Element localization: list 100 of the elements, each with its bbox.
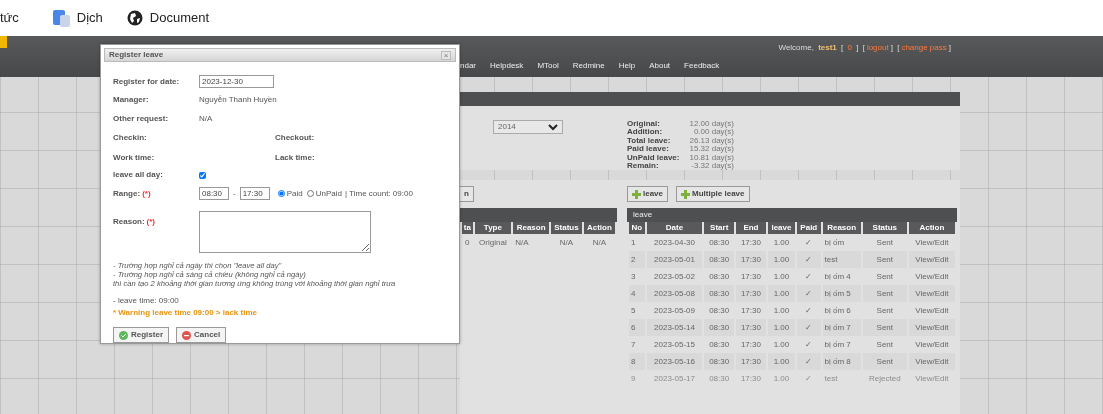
pay-radio[interactable] <box>277 190 285 197</box>
stat-value: 0.00 day(s) <box>692 128 734 137</box>
column-header: No <box>629 222 645 234</box>
column-header: Type <box>474 222 512 234</box>
nav-link[interactable]: Feedback <box>684 60 720 72</box>
leave-time-text: - leave time: 09:00 <box>113 295 180 307</box>
field-label: Other request: <box>113 113 170 125</box>
table-cell-text: 0 <box>464 236 471 249</box>
table-cell-text: 1.00 <box>772 338 791 351</box>
all-day-checkbox[interactable] <box>199 171 206 179</box>
welcome-text: Welcome, <box>778 43 815 52</box>
table-cell-text: Sent <box>875 338 895 351</box>
table-cell-text: 2023-05-09 <box>653 304 696 317</box>
table-cell: 1.00 <box>767 285 796 302</box>
table-cell-text: ✓ <box>804 372 814 385</box>
table-cell: ✓ <box>797 353 821 370</box>
close-button[interactable]: × <box>441 50 451 60</box>
view-edit-link[interactable]: View/Edit <box>915 237 949 247</box>
table-cell: bị ốm 5 <box>822 285 861 302</box>
required-mark: (*) <box>142 188 151 198</box>
table-cell: test <box>822 251 861 268</box>
stat-value: 26.13 day(s) <box>689 136 734 145</box>
table-cell-text: N/A <box>514 236 530 249</box>
table-cell-text: 2023-05-17 <box>653 372 696 385</box>
column-header: Reason <box>513 222 550 234</box>
cancel-button[interactable]: Cancel <box>176 327 227 343</box>
table-cell-text: 08:30 <box>708 372 731 385</box>
nav-link[interactable]: Redmine <box>572 60 605 72</box>
stat-label: Remain: <box>627 162 660 171</box>
username: test1 <box>818 43 837 52</box>
bracket: ] <box>948 43 951 52</box>
manager-name: Nguyễn Thanh Huyền <box>199 94 277 106</box>
start-time-field[interactable]: 08:30 <box>199 187 229 200</box>
table-cell: Sent <box>862 353 907 370</box>
bracket: [ <box>897 43 900 52</box>
toolbar-button[interactable]: n <box>460 186 474 202</box>
bookmark-link[interactable]: Dịch <box>76 8 103 28</box>
table-cell: 08:30 <box>704 251 735 268</box>
bookmark-link[interactable]: Document <box>149 8 210 28</box>
table-cell: 08:30 <box>704 285 735 302</box>
nav-link[interactable]: Helpdesk <box>490 60 524 72</box>
table-cell-text: 2023-05-15 <box>653 338 696 351</box>
table-cell: Sent <box>862 251 907 268</box>
table-cell-text: 1 <box>630 236 637 249</box>
table-cell-text: ✓ <box>804 338 814 351</box>
year-select[interactable]: 2014 <box>493 120 563 134</box>
bracket: ] <box>890 43 893 52</box>
add-leave-button[interactable]: leave <box>627 186 669 202</box>
bracket: [ <box>841 43 844 52</box>
table-cell: 17:30 <box>736 285 766 302</box>
table-cell: 2023-05-01 <box>646 251 703 268</box>
pay-radio[interactable] <box>306 190 314 197</box>
table-cell-text: 17:30 <box>739 304 762 317</box>
register-button[interactable]: Register <box>113 327 169 343</box>
table-cell-text: 7 <box>630 338 637 351</box>
table-cell: 08:30 <box>704 319 735 336</box>
field-label: Range: <box>113 188 141 198</box>
field-label: Manager: <box>113 94 150 106</box>
nav-link[interactable]: ndar <box>460 60 476 72</box>
table-cell: ✓ <box>797 285 821 302</box>
table-cell-text: Sent <box>875 270 895 283</box>
table-cell-text: Sent <box>875 304 895 317</box>
column-header: Reason <box>822 222 861 234</box>
table-cell-text: 08:30 <box>708 304 731 317</box>
table-cell-text: 5 <box>630 304 637 317</box>
minus-icon <box>182 330 191 340</box>
view-edit-link[interactable]: View/Edit <box>915 305 949 315</box>
add-leave-button[interactable]: Multiple leave <box>676 186 750 202</box>
nav-link[interactable]: MTool <box>537 60 559 72</box>
column-header: End <box>736 222 766 234</box>
column-header: leave <box>767 222 796 234</box>
field-label: Register for date: <box>113 75 181 88</box>
field-label: Checkout: <box>275 132 316 144</box>
table-cell-text: 17:30 <box>739 236 762 249</box>
warning-text: * Warning leave time 09:00 > lack time <box>113 307 258 319</box>
column-header: Status <box>862 222 907 234</box>
table-cell-text: ✓ <box>804 236 814 249</box>
nav-link[interactable]: About <box>649 60 671 72</box>
date-field[interactable]: 2023-12-30 <box>199 75 274 88</box>
table-cell: 4 <box>629 285 645 302</box>
nav-link[interactable]: Help <box>618 60 636 72</box>
field-label: Reason: <box>113 217 145 226</box>
radio-label: Paid <box>286 187 303 200</box>
table-cell: 17:30 <box>736 353 766 370</box>
view-edit-link[interactable]: View/Edit <box>915 271 949 281</box>
stat-value: 12.00 day(s) <box>689 120 734 128</box>
reason-field[interactable] <box>199 211 371 253</box>
table-cell-text: test <box>823 372 839 385</box>
bookmark-link[interactable]: tức <box>0 8 19 28</box>
table-cell: 6 <box>629 319 645 336</box>
table-cell-text: 1.00 <box>772 236 791 249</box>
end-time-field[interactable]: 17:30 <box>239 187 270 200</box>
table-cell-text: Rejected <box>868 372 902 385</box>
field-value: N/A <box>199 113 213 125</box>
table-cell: ✓ <box>797 319 821 336</box>
view-edit-link[interactable]: View/Edit <box>915 339 949 349</box>
column-header: Action <box>583 222 615 234</box>
table-cell: bị ốm 7 <box>822 319 861 336</box>
table-cell-text: Original <box>478 236 508 249</box>
table-cell-text: ✓ <box>804 270 814 283</box>
